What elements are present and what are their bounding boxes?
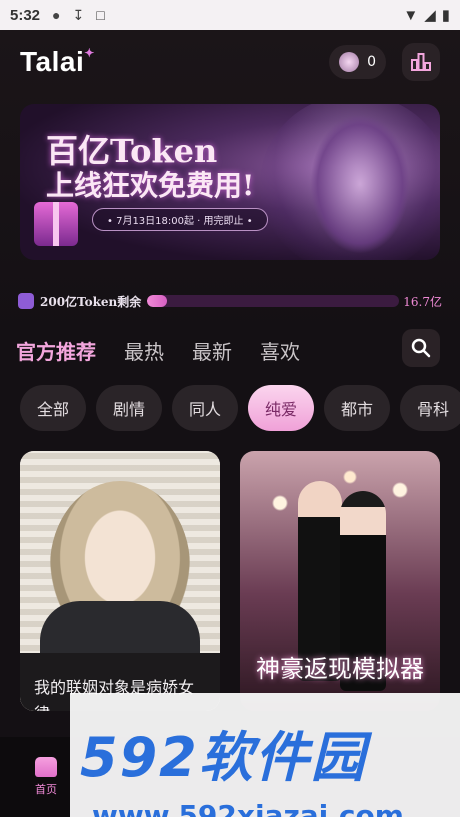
token-icon — [18, 293, 34, 309]
chip-sibling[interactable]: 骨科 — [400, 385, 460, 431]
token-label: 200亿Token剩余 — [40, 294, 142, 309]
watermark-title: 592软件园 — [80, 726, 367, 789]
coin-balance-button[interactable]: 0 — [329, 45, 386, 79]
token-remaining: 16.7亿 — [403, 294, 442, 309]
token-progress-bar — [147, 295, 400, 307]
ranking-button[interactable] — [402, 43, 440, 81]
status-time: 5:32 — [10, 6, 41, 24]
tab-favorites[interactable]: 喜欢 — [260, 336, 300, 365]
home-icon — [35, 757, 57, 777]
app-screen: Talai✦ 0 百亿Token 上线狂欢免费用! • 7月13日18:00起 … — [0, 30, 460, 817]
character-coat — [40, 601, 200, 661]
chip-all[interactable]: 全部 — [20, 385, 86, 431]
watermark-url: www.592xiazai.com — [92, 799, 404, 817]
nav-home-label: 首页 — [35, 783, 57, 796]
promo-banner[interactable]: 百亿Token 上线狂欢免费用! • 7月13日18:00起 · 用完即止 • — [20, 104, 440, 260]
coin-count: 0 — [367, 54, 376, 70]
chip-story[interactable]: 剧情 — [96, 385, 162, 431]
chip-pure-love[interactable]: 纯爱 — [248, 385, 314, 431]
search-icon — [411, 338, 431, 358]
wifi-icon: ▼ — [403, 6, 419, 24]
status-bar: 5:32 ● ↧ □ ▼ ◢ ▮ — [0, 0, 460, 30]
banner-character-face — [310, 114, 410, 254]
banner-subheadline: 上线狂欢免费用! — [46, 169, 255, 202]
search-button[interactable] — [402, 329, 440, 367]
token-progress-fill — [147, 295, 168, 307]
tab-official[interactable]: 官方推荐 — [16, 336, 96, 365]
chip-fanfic[interactable]: 同人 — [172, 385, 238, 431]
story-card[interactable]: 神豪返现模拟器 — [240, 451, 440, 711]
nav-home[interactable]: 首页 — [28, 757, 64, 797]
tab-newest[interactable]: 最新 — [192, 336, 232, 365]
download-icon: ↧ — [72, 6, 85, 23]
watermark: 592软件园 www.592xiazai.com — [70, 693, 460, 817]
tab-hottest[interactable]: 最热 — [124, 336, 164, 365]
alert-icon: ● — [52, 7, 61, 23]
chip-urban[interactable]: 都市 — [324, 385, 390, 431]
genre-chips: 全部 剧情 同人 纯爱 都市 骨科 — [20, 385, 460, 431]
story-card[interactable]: 我的联姻对象是病娇女律 — [20, 451, 220, 711]
card-title: 神豪返现模拟器 — [256, 655, 424, 683]
gift-icon — [34, 202, 78, 246]
banner-date: • 7月13日18:00起 · 用完即止 • — [92, 208, 268, 231]
category-tabs: 官方推荐 最热 最新 喜欢 — [16, 330, 300, 370]
top-bar: Talai✦ 0 — [20, 43, 440, 81]
a-icon: □ — [96, 7, 105, 23]
signal-icon: ◢ — [424, 7, 436, 24]
token-progress-row: 200亿Token剩余 16.7亿 — [18, 292, 442, 310]
bar-chart-icon — [411, 53, 431, 71]
battery-icon: ▮ — [441, 7, 450, 24]
coin-icon — [339, 52, 360, 72]
app-logo: Talai✦ — [20, 46, 95, 77]
